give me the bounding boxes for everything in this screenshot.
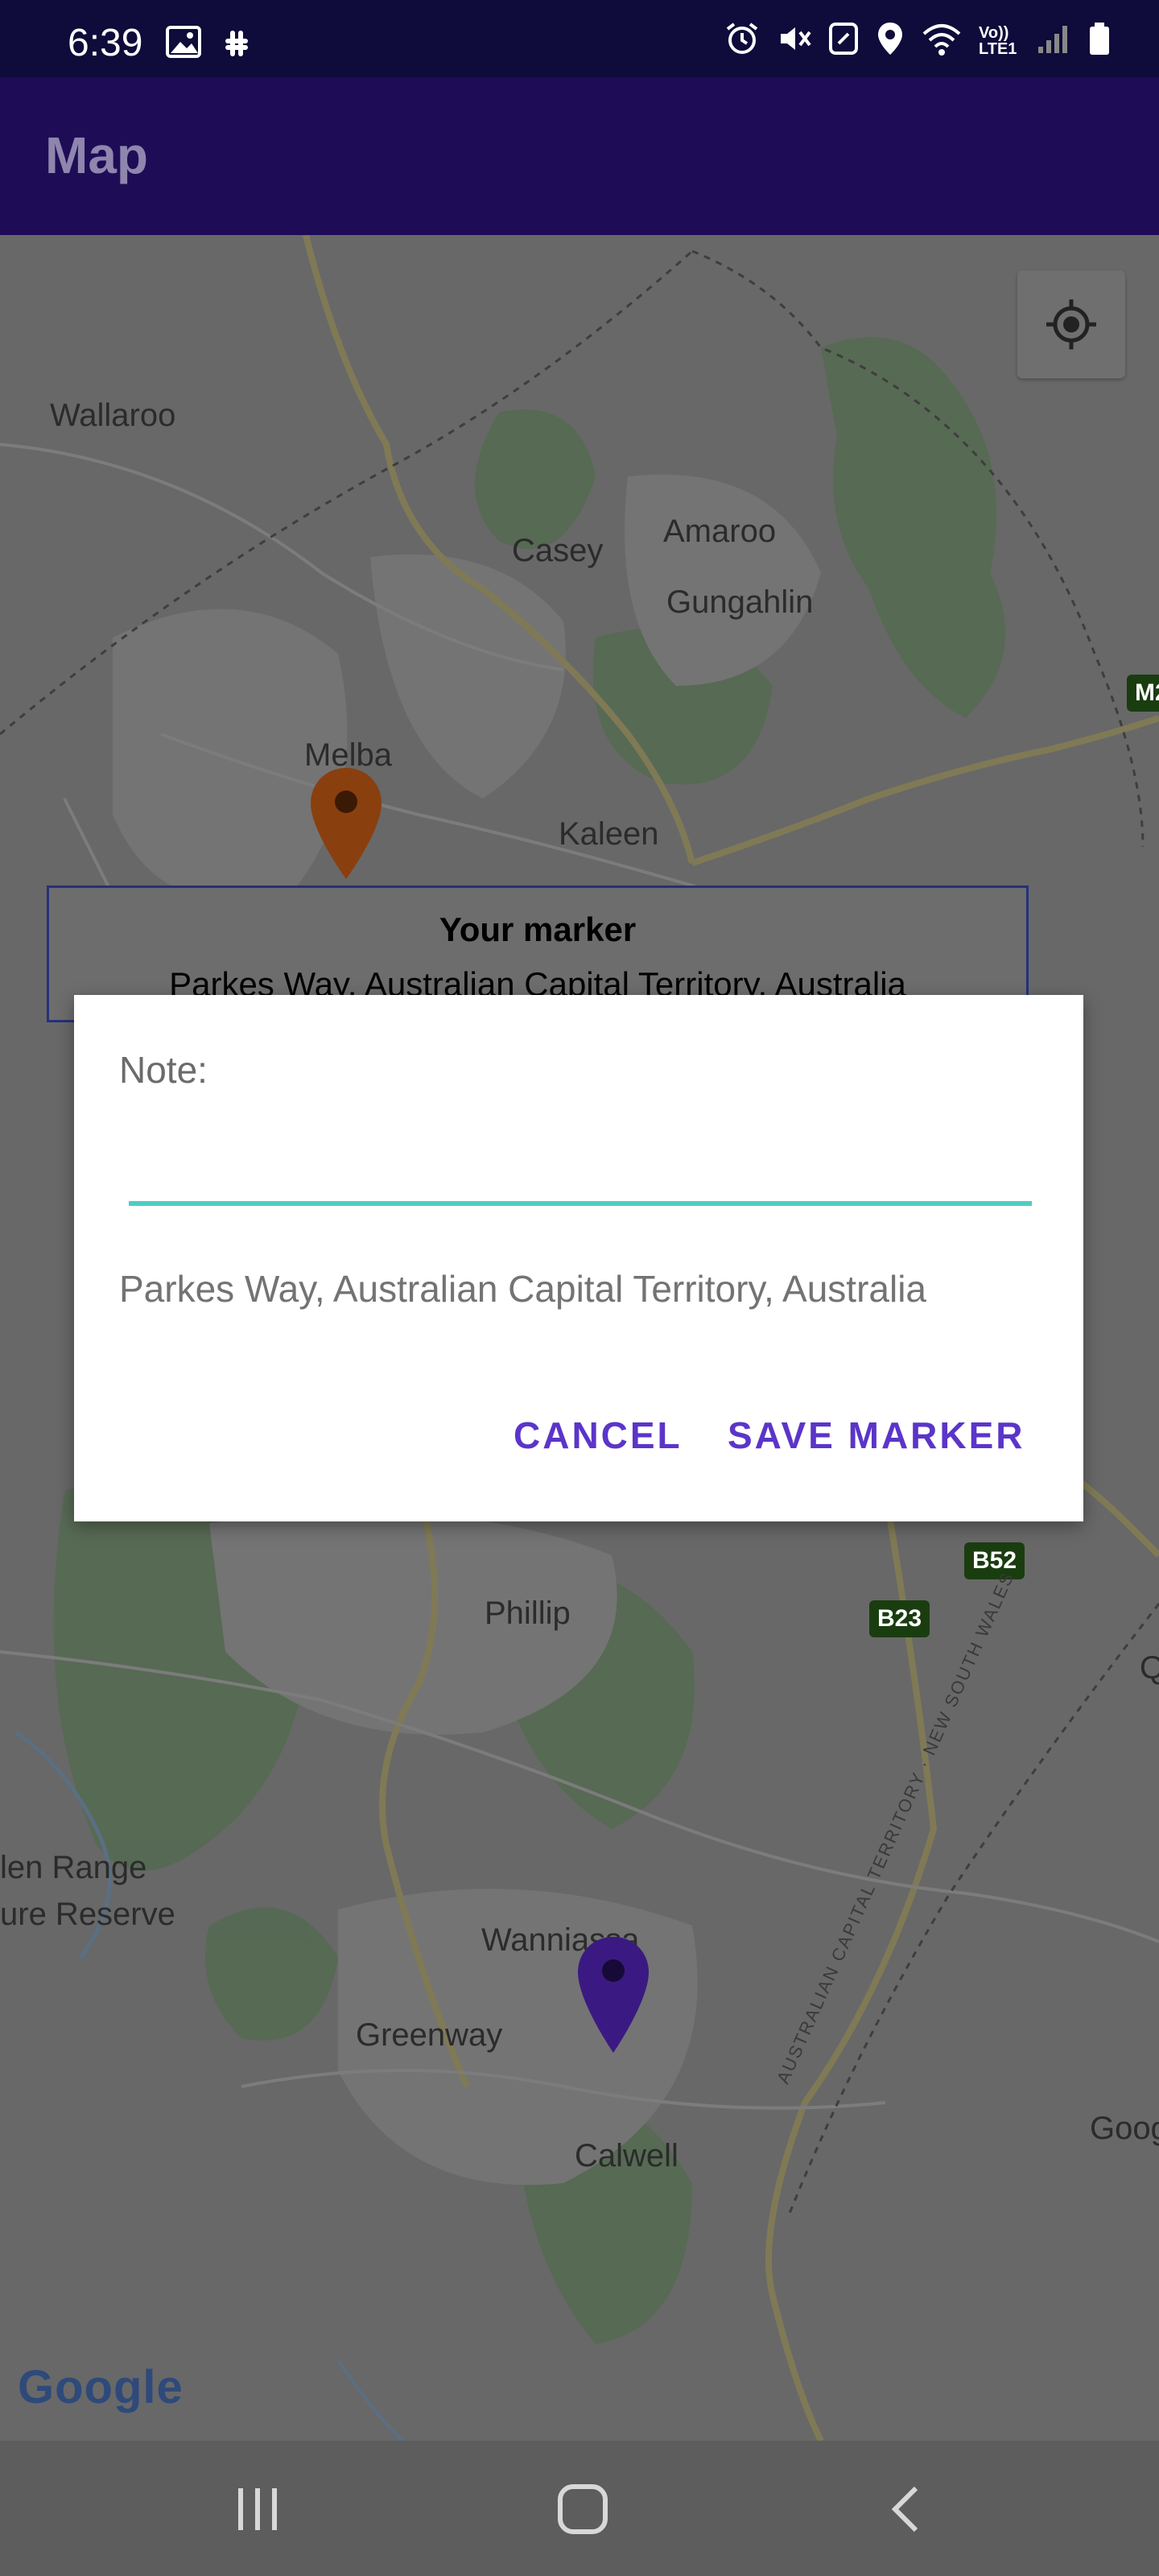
home-icon (558, 2484, 608, 2534)
slack-icon (219, 26, 254, 65)
marker-orange[interactable] (309, 766, 383, 885)
dialog-address: Parkes Way, Australian Capital Territory… (119, 1268, 927, 1310)
app-bar: Map (0, 77, 1159, 235)
route-shield: M2 (1127, 675, 1159, 712)
map-label: Kaleen (559, 816, 659, 852)
note-label: Note: (119, 1049, 208, 1091)
location-icon (876, 21, 905, 60)
marker-purple[interactable] (576, 1935, 650, 2058)
my-location-button[interactable] (1017, 270, 1125, 378)
add-marker-dialog: Note: Parkes Way, Australian Capital Ter… (74, 995, 1083, 1521)
image-icon (166, 26, 201, 62)
volte-icon: Vo)) LTE1 (979, 23, 1017, 58)
recents-icon (238, 2488, 277, 2530)
signal-icon (1037, 23, 1072, 59)
mute-icon (776, 21, 811, 60)
info-window-title: Your marker (439, 910, 637, 948)
back-icon (891, 2486, 918, 2533)
nfc-icon (827, 21, 860, 60)
status-time: 6:39 (68, 22, 143, 64)
navigation-bar (0, 2441, 1159, 2576)
map-label: len Range (0, 1850, 147, 1885)
map-label: Wallaroo (50, 398, 176, 433)
map-label: Phillip (485, 1596, 571, 1631)
status-icons: Vo)) LTE1 (724, 21, 1111, 60)
cancel-button[interactable]: CANCEL (514, 1414, 683, 1457)
map-label: Amaroo (663, 514, 777, 549)
map-label: Greenway (356, 2017, 503, 2053)
battery-icon (1088, 21, 1111, 60)
wifi-icon (921, 21, 963, 60)
map-label: Casey (512, 533, 604, 568)
map-pin-icon (311, 768, 382, 879)
note-input[interactable] (129, 1132, 1032, 1206)
status-bar: 6:39 Vo)) LTE1 (0, 0, 1159, 77)
save-marker-button[interactable]: SAVE MARKER (728, 1414, 1025, 1457)
back-button[interactable] (860, 2473, 956, 2545)
alarm-icon (724, 21, 760, 60)
google-logo: Google (18, 2361, 184, 2413)
app-title: Map (45, 126, 148, 184)
route-shield: B23 (869, 1600, 930, 1637)
map-label: Calwell (575, 2138, 678, 2174)
map-label: Goog (1090, 2111, 1159, 2146)
my-location-icon (1046, 299, 1096, 349)
map-label: Q (1140, 1650, 1159, 1686)
map-pin-icon (578, 1937, 649, 2053)
home-button[interactable] (534, 2473, 631, 2545)
route-shield: B52 (964, 1542, 1025, 1579)
recents-button[interactable] (209, 2473, 306, 2545)
map-label: Gungahlin (666, 584, 814, 620)
map-label: ure Reserve (0, 1897, 175, 1932)
